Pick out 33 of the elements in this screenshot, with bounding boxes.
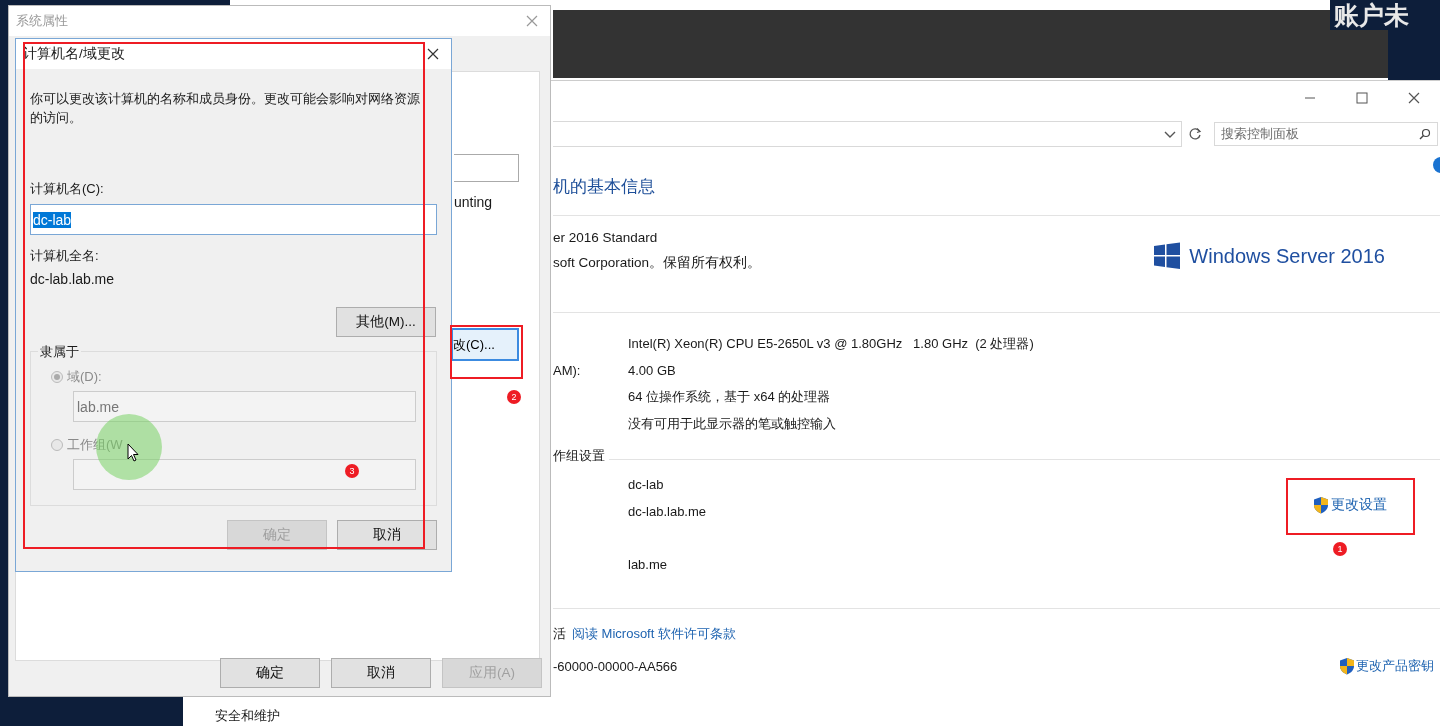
group-title: 隶属于 <box>38 343 81 361</box>
description-text: 你可以更改该计算机的名称和成员身份。更改可能会影响对网络资源的访问。 <box>30 90 421 127</box>
edition-text: soft Corporation。保留所有权利。 <box>553 254 762 272</box>
computer-name-field[interactable]: dc-lab <box>30 204 437 235</box>
change-key-link[interactable]: 更改产品密钥 <box>1339 657 1434 675</box>
edition-text: er 2016 Standard <box>553 230 659 245</box>
product-id: -60000-00000-AA566 <box>553 658 678 674</box>
search-field[interactable]: 搜索控制面板 <box>1214 122 1438 146</box>
full-name-value: dc-lab.lab.me <box>30 271 116 287</box>
field-label: 计算机全名: <box>30 247 100 265</box>
change-button[interactable]: 改(C)... <box>451 328 519 361</box>
name-value: dc-lab <box>628 477 664 492</box>
sidebar-link[interactable]: 安全和维护 <box>215 707 553 725</box>
spec-value: 4.00 GB <box>628 363 677 379</box>
page-heading: 机的基本信息 <box>553 176 656 198</box>
domain-value: lab.me <box>628 557 668 572</box>
window-title: 系统属性 <box>16 12 68 30</box>
dialog-button[interactable]: 取消 <box>337 520 437 550</box>
spec-label: AM): <box>553 363 582 379</box>
dialog-button[interactable]: 取消 <box>331 658 431 688</box>
more-button[interactable]: 其他(M)... <box>336 307 436 337</box>
partial-text: unting <box>454 194 493 210</box>
field-label: 计算机名(C): <box>30 180 105 198</box>
activation-text: 活 <box>553 625 566 643</box>
license-link[interactable]: 阅读 Microsoft 软件许可条款 <box>572 625 736 643</box>
change-settings-link[interactable]: 更改设置 <box>1313 496 1387 514</box>
dialog-button[interactable]: 确定 <box>220 658 320 688</box>
spec-value: Intel(R) Xeon(R) CPU E5-2650L v3 @ 1.80GHz 1.80 GHz (2 处理器) <box>628 335 1035 354</box>
section-title: 作组设置 <box>553 448 609 463</box>
spec-value: 没有可用于此显示器的笔或触控输入 <box>628 414 837 433</box>
logo-text: Windows Server 2016 <box>1189 244 1385 268</box>
name-value: dc-lab.lab.me <box>628 504 707 519</box>
spec-value: 64 位操作系统，基于 x64 的处理器 <box>628 388 832 407</box>
